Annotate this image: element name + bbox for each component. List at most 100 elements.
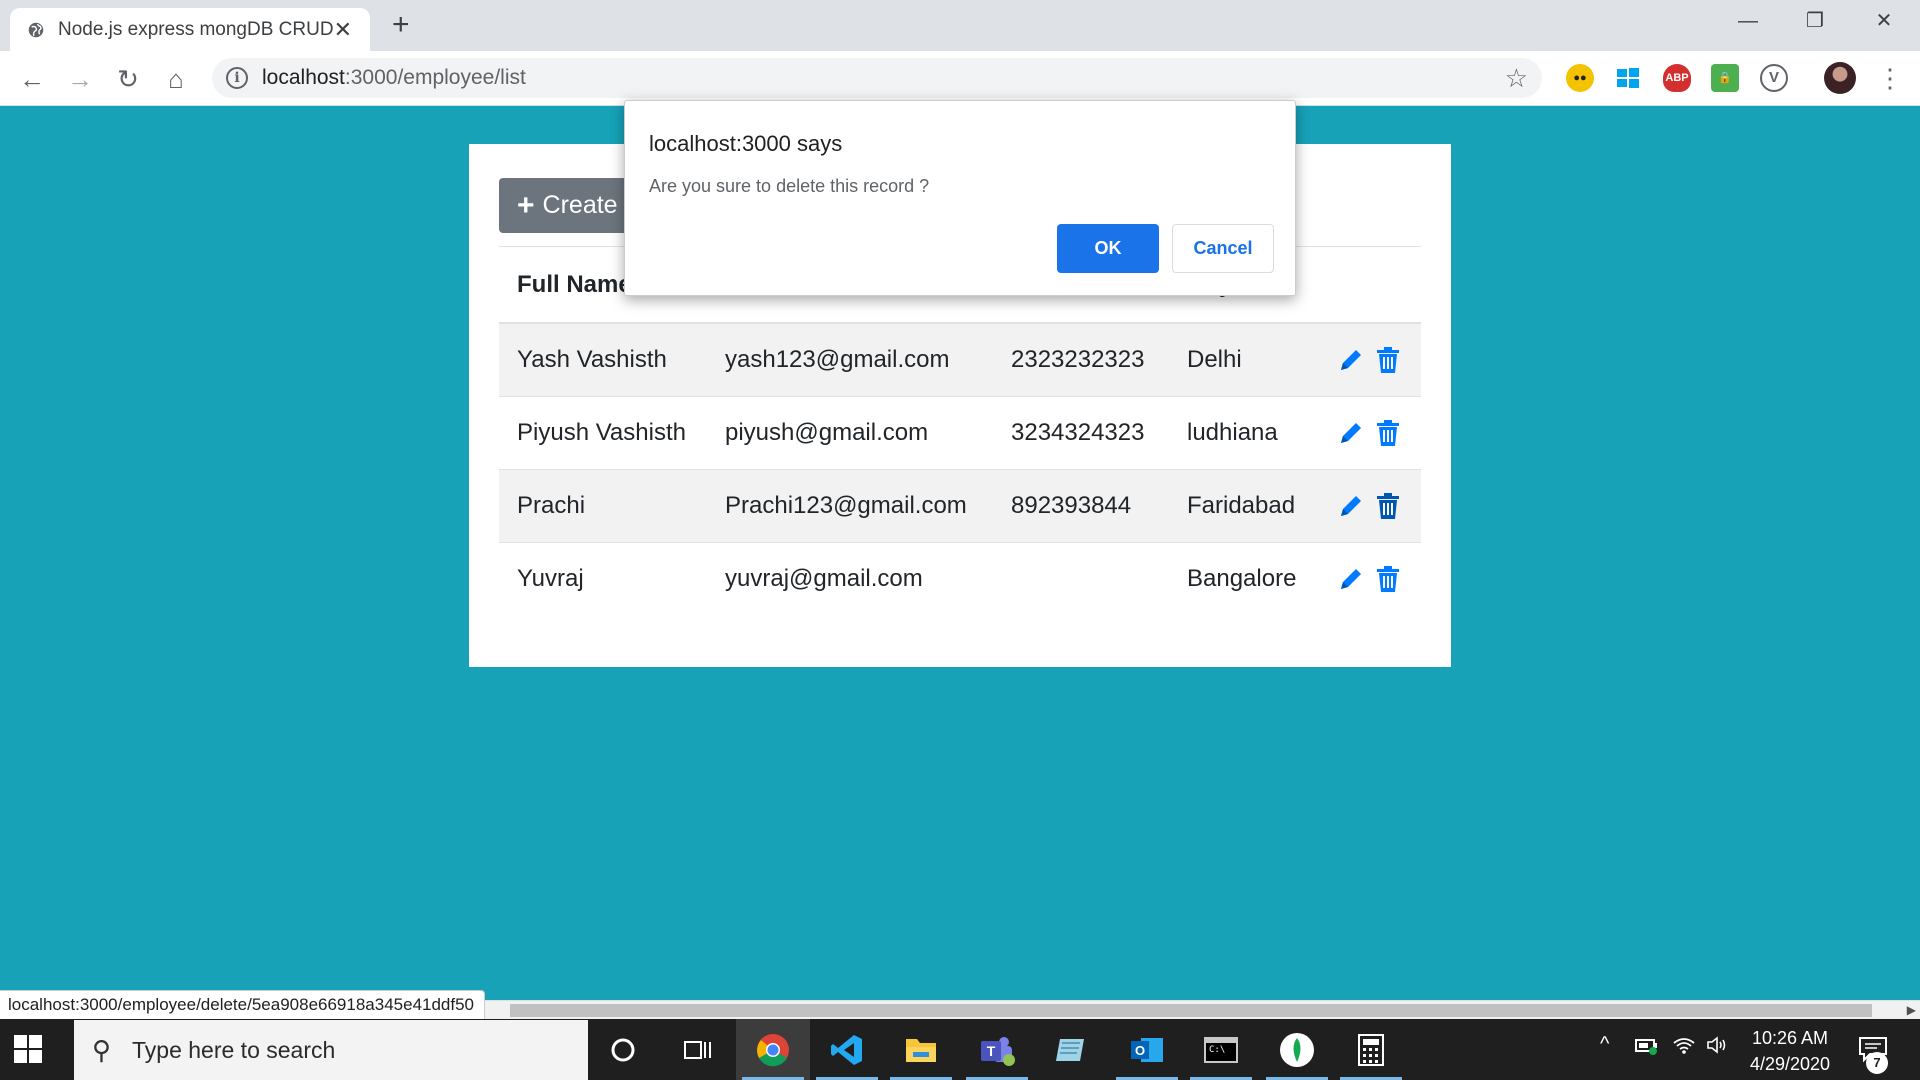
chrome-taskbar-icon[interactable] [736,1019,810,1080]
taskbar-search-box[interactable]: ⚲ Type here to search [74,1020,588,1080]
cancel-button[interactable]: Cancel [1172,224,1274,273]
cell-mobile: 2323232323 [993,322,1169,396]
search-placeholder: Type here to search [132,1037,336,1063]
scrollbar-thumb[interactable] [510,1004,1872,1017]
trash-icon[interactable] [1375,492,1401,520]
reload-icon[interactable]: ↻ [112,63,144,95]
outlook-taskbar-icon[interactable]: O [1110,1019,1184,1080]
extension-glasses-icon[interactable]: ●● [1566,64,1594,92]
globe-icon [28,22,44,37]
cell-email: Prachi123@gmail.com [707,468,993,542]
profile-avatar[interactable] [1824,62,1856,94]
cell-actions [1319,322,1421,396]
file-explorer-taskbar-icon[interactable] [884,1019,958,1080]
tray-overflow-icon[interactable]: ^ [1600,1033,1609,1056]
scroll-right-arrow-icon[interactable]: ▶ [1907,1001,1916,1020]
url-host: localhost [262,66,345,89]
outlook-logo-icon: O [1131,1037,1163,1062]
extension-lock-icon[interactable]: 🔒 [1711,64,1739,92]
task-view-icon[interactable] [660,1019,734,1080]
ok-button[interactable]: OK [1057,224,1159,273]
cell-mobile: 3234324323 [993,395,1169,469]
site-info-icon[interactable]: i [226,67,248,89]
extension-v-icon[interactable]: V [1760,64,1788,92]
svg-text:O: O [1135,1043,1145,1058]
clock-date: 4/29/2020 [1749,1054,1831,1074]
address-url[interactable]: localhost:3000/employee/list [262,66,526,90]
task-view-glyph-icon [684,1040,711,1059]
vscode-taskbar-icon[interactable] [810,1019,884,1080]
battery-icon[interactable] [1635,1035,1659,1061]
cell-mobile [993,541,1169,615]
volume-icon[interactable] [1706,1035,1730,1061]
mongodb-leaf-icon [1280,1032,1314,1067]
calculator-taskbar-icon[interactable] [1334,1019,1408,1080]
windows-logo-icon [1617,68,1639,88]
menu-kebab-icon[interactable]: ⋮ [1877,63,1903,93]
notes-app-taskbar-icon[interactable] [1034,1019,1108,1080]
plus-icon: + [517,188,535,222]
notepad-icon [1056,1038,1084,1061]
dialog-title: localhost:3000 says [649,131,843,156]
cortana-icon[interactable] [586,1019,660,1080]
browser-tab[interactable]: Node.js express mongDB CRUD ✕ [10,8,370,51]
teams-logo-icon: T [981,1036,1015,1066]
extension-adblock-icon[interactable]: ABP [1663,64,1691,92]
pencil-icon[interactable] [1337,419,1365,447]
window-close-icon[interactable]: ✕ [1854,6,1914,36]
teams-taskbar-icon[interactable]: T [960,1019,1034,1080]
table-row: Piyush Vashisth piyush@gmail.com 3234324… [499,395,1421,469]
new-tab-button[interactable]: + [392,10,410,40]
windows-taskbar: ⚲ Type here to search T O C:\ ^ 10:26 AM… [0,1019,1920,1080]
tab-close-icon[interactable]: ✕ [334,17,352,43]
terminal-icon: C:\ [1204,1036,1238,1063]
cell-actions [1319,468,1421,542]
svg-text:T: T [987,1043,996,1059]
url-path: :3000/employee/list [344,66,526,89]
cell-email: yash123@gmail.com [707,322,993,396]
svg-text:C:\: C:\ [1209,1045,1225,1055]
cell-actions [1319,541,1421,615]
back-icon[interactable]: ← [16,63,48,95]
terminal-taskbar-icon[interactable]: C:\ [1184,1019,1258,1080]
cell-city: Faridabad [1169,468,1319,542]
browser-toolbar: ← → ↻ ⌂ i localhost:3000/employee/list ☆… [0,51,1920,106]
status-url-bubble: localhost:3000/employee/delete/5ea908e66… [0,990,486,1019]
pencil-icon[interactable] [1337,346,1365,374]
minimize-icon[interactable]: — [1718,6,1778,36]
pencil-icon[interactable] [1337,565,1365,593]
cell-name: Yash Vashisth [499,322,707,396]
trash-icon[interactable] [1375,419,1401,447]
extension-windows-icon[interactable] [1614,64,1642,92]
start-windows-icon[interactable] [14,1035,42,1063]
cell-city: ludhiana [1169,395,1319,469]
cell-email: piyush@gmail.com [707,395,993,469]
cell-city: Delhi [1169,322,1319,396]
trash-icon[interactable] [1375,346,1401,374]
folder-icon [906,1038,936,1062]
confirm-dialog: localhost:3000 says Are you sure to dele… [624,100,1296,296]
trash-icon[interactable] [1375,565,1401,593]
taskbar-clock[interactable]: 10:26 AM 4/29/2020 [1735,1025,1845,1077]
dialog-message: Are you sure to delete this record ? [649,176,930,196]
cell-name: Yuvraj [499,541,707,615]
employee-table: Full Name Email Mobile City Yash Vashist… [499,248,1421,615]
address-bar[interactable]: i localhost:3000/employee/list ☆ [212,58,1542,98]
restore-icon[interactable]: ❐ [1785,6,1845,36]
speaker-glyph-icon [1707,1036,1726,1054]
battery-glyph-icon [1635,1039,1657,1055]
cell-name: Prachi [499,468,707,542]
bookmark-star-icon[interactable]: ☆ [1505,63,1528,94]
cell-email: yuvraj@gmail.com [707,541,993,615]
forward-icon[interactable]: → [64,63,96,95]
cell-name: Piyush Vashisth [499,395,707,469]
header-actions [1319,248,1421,324]
mongodb-compass-taskbar-icon[interactable] [1260,1019,1334,1080]
search-icon: ⚲ [92,1035,112,1065]
home-icon[interactable]: ⌂ [160,63,192,95]
wifi-icon[interactable] [1672,1035,1696,1061]
pencil-icon[interactable] [1337,492,1365,520]
clock-time: 10:26 AM [1751,1028,1829,1048]
cell-actions [1319,395,1421,469]
chrome-logo-icon [757,1033,789,1066]
